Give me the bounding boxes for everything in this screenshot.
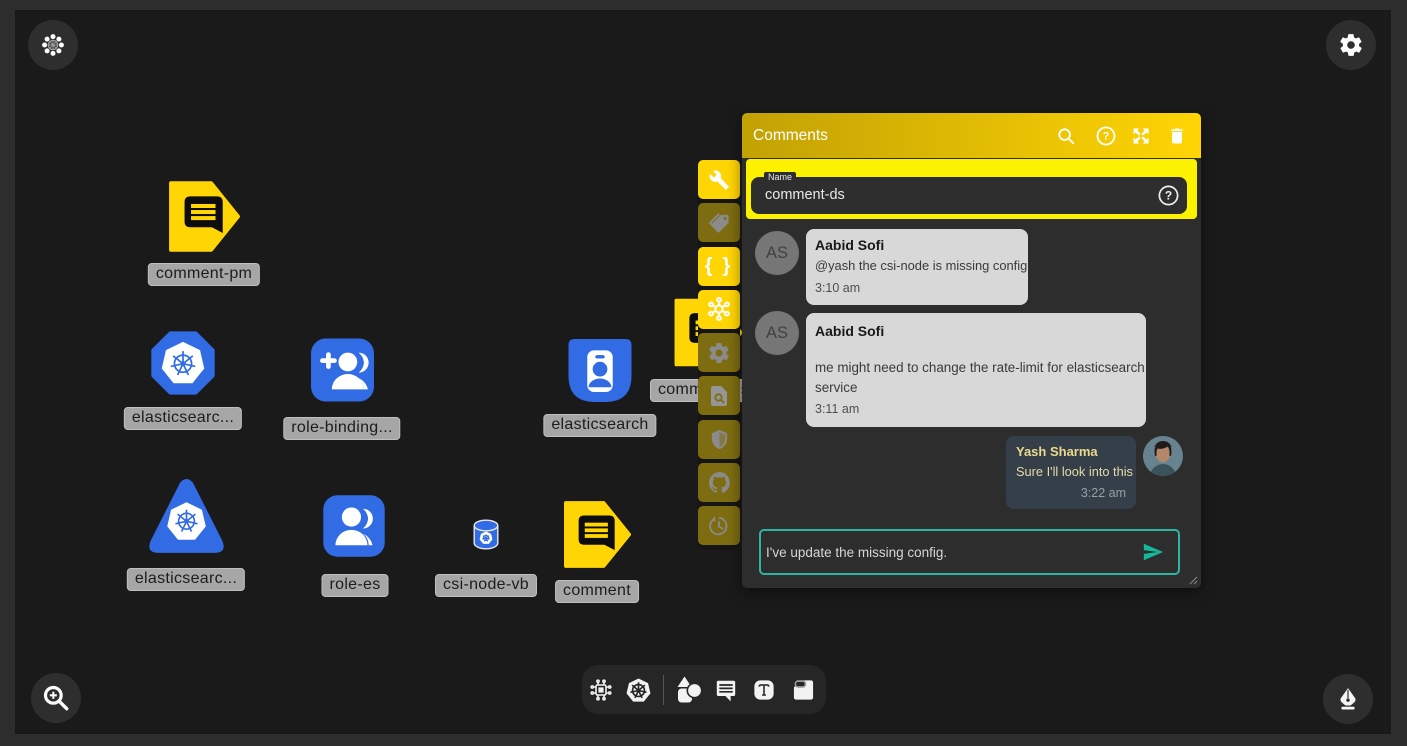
svg-text:?: ? xyxy=(1103,130,1110,142)
svg-text:?: ? xyxy=(1165,189,1172,203)
